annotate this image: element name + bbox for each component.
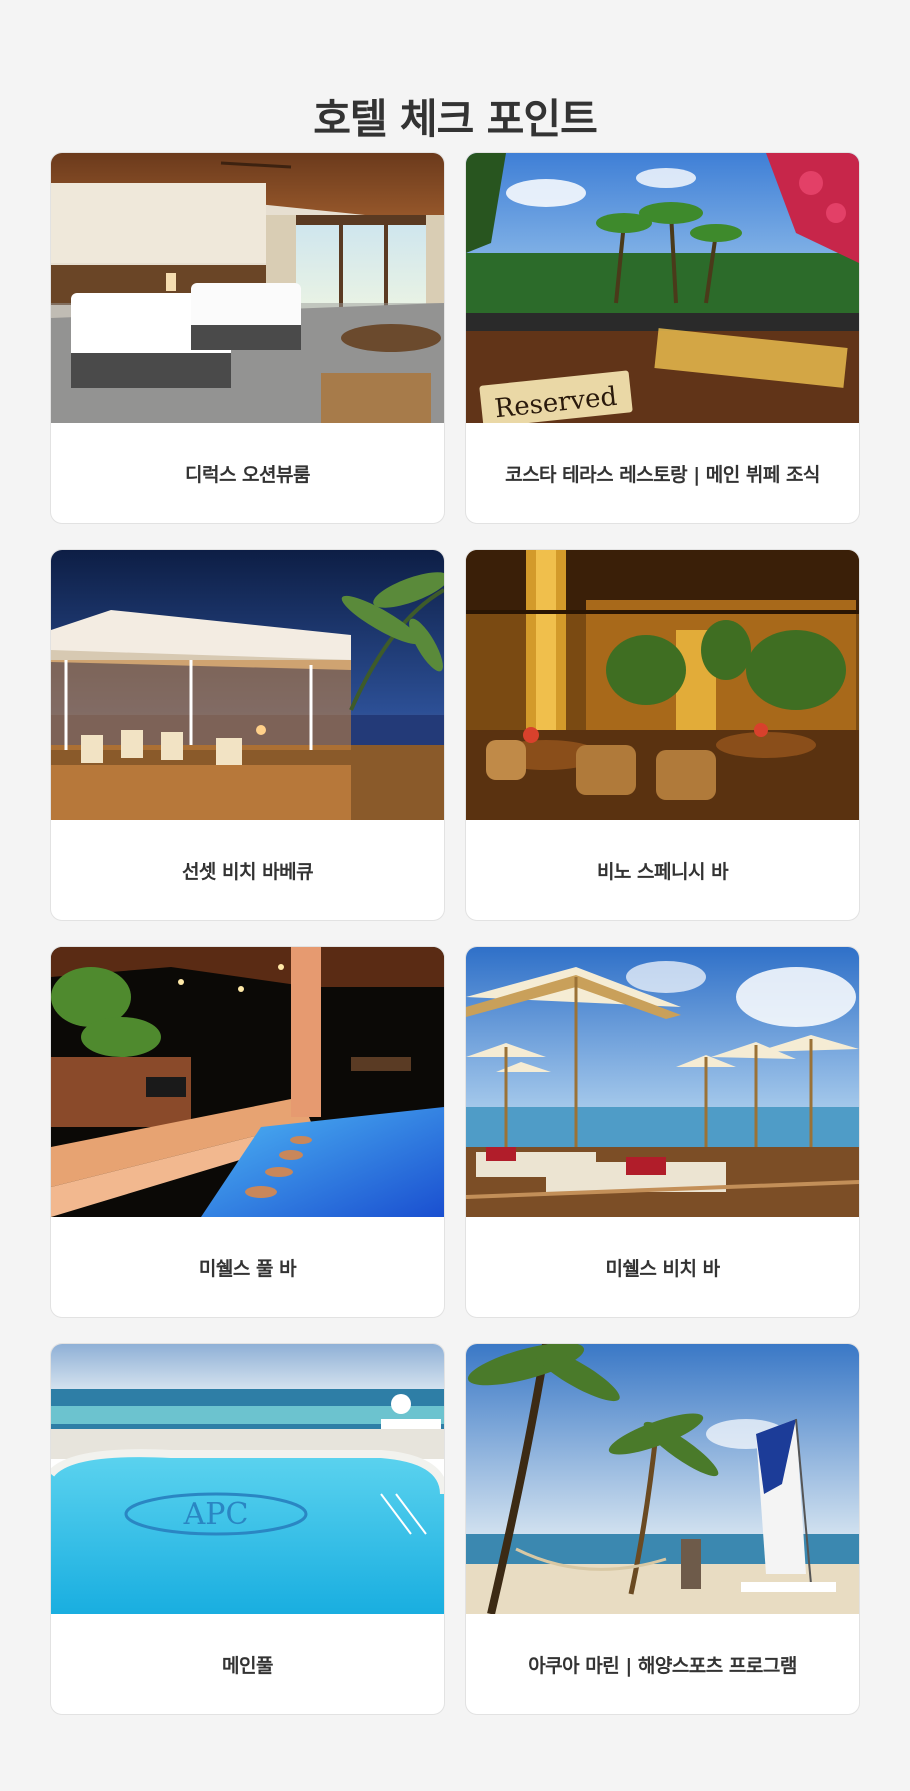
michelles-pool-bar-photo: [51, 947, 444, 1217]
pool-floor-logo: APC: [183, 1497, 249, 1532]
card-label: 선셋 비치 바베큐: [181, 860, 314, 883]
card-vino-spanish-bar[interactable]: 비노 스페니시 바: [465, 549, 860, 921]
main-pool-photo: APC: [51, 1344, 444, 1614]
card-main-pool[interactable]: APC 메인풀: [50, 1343, 445, 1715]
deluxe-ocean-view-room-photo: [51, 153, 444, 423]
card-label: 디럭스 오션뷰룸: [185, 463, 310, 486]
sunset-beach-bbq-photo: [51, 550, 444, 820]
page-title: 호텔 체크 포인트: [313, 95, 598, 144]
vino-spanish-bar-photo: [466, 550, 859, 820]
costa-terrace-restaurant-photo: Reserved: [466, 153, 859, 423]
card-label: 메인풀: [222, 1654, 273, 1677]
card-deluxe-ocean-view-room[interactable]: 디럭스 오션뷰룸: [50, 152, 445, 524]
card-label: 비노 스페니시 바: [596, 860, 729, 883]
card-label: 미쉘스 비치 바: [605, 1257, 720, 1280]
card-label: 미쉘스 풀 바: [198, 1257, 297, 1280]
card-label: 코스타 테라스 레스토랑 | 메인 뷔페 조식: [505, 463, 820, 486]
aqua-marine-watersports-photo: [466, 1344, 859, 1614]
card-michelles-pool-bar[interactable]: 미쉘스 풀 바: [50, 946, 445, 1318]
hotel-checkpoint-grid: 디럭스 오션뷰룸 Reserved 코스타 테라스 레스토랑 | 메인 뷔페 조…: [50, 152, 860, 1715]
card-aqua-marine-watersports[interactable]: 아쿠아 마린 | 해양스포츠 프로그램: [465, 1343, 860, 1715]
michelles-beach-bar-photo: [466, 947, 859, 1217]
card-costa-terrace-restaurant[interactable]: Reserved 코스타 테라스 레스토랑 | 메인 뷔페 조식: [465, 152, 860, 524]
card-michelles-beach-bar[interactable]: 미쉘스 비치 바: [465, 946, 860, 1318]
card-label: 아쿠아 마린 | 해양스포츠 프로그램: [528, 1654, 797, 1677]
card-sunset-beach-bbq[interactable]: 선셋 비치 바베큐: [50, 549, 445, 921]
